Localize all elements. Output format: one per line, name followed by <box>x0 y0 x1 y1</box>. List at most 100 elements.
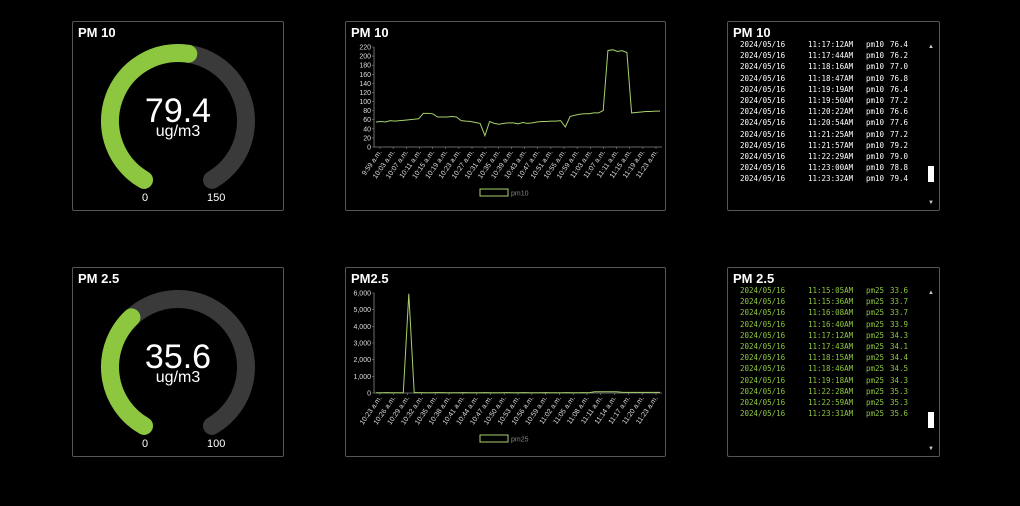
log-value: 35.3 <box>890 386 909 396</box>
y-tick-label: 120 <box>359 90 371 97</box>
log-date: 2024/05/16 <box>740 96 786 106</box>
legend-swatch <box>479 188 509 197</box>
log-time: 11:22:29AM <box>808 152 854 162</box>
log-value: 76.4 <box>890 40 909 49</box>
log-date: 2024/05/16 <box>740 174 786 184</box>
y-tick-label: 6,000 <box>353 291 371 298</box>
log-name: pm10 <box>866 62 885 72</box>
pm25-log-scrollbar[interactable]: ▲ ▼ <box>927 290 935 452</box>
log-name: pm25 <box>866 330 885 340</box>
log-date: 2024/05/16 <box>740 84 786 94</box>
log-value: 79.0 <box>890 152 909 162</box>
log-row: 2024/05/16 11:17:43AM pm25 34.1 <box>740 341 925 352</box>
log-name: pm25 <box>866 297 885 307</box>
log-name: pm10 <box>866 152 885 162</box>
log-row: 2024/05/16 11:16:08AM pm25 33.7 <box>740 307 925 318</box>
y-tick-label: 3,000 <box>353 341 371 348</box>
log-date: 2024/05/16 <box>740 386 786 396</box>
scroll-thumb[interactable] <box>928 412 934 428</box>
log-date: 2024/05/16 <box>740 353 786 363</box>
log-name: pm10 <box>866 118 885 128</box>
log-time: 11:22:28AM <box>808 386 854 396</box>
log-name: pm25 <box>866 342 885 352</box>
log-time: 11:19:50AM <box>808 96 854 106</box>
log-date: 2024/05/16 <box>740 62 786 72</box>
log-time: 11:23:32AM <box>808 174 854 184</box>
scroll-up-icon[interactable]: ▲ <box>928 290 934 296</box>
log-value: 33.7 <box>890 308 909 318</box>
log-time: 11:23:00AM <box>808 163 854 173</box>
log-row: 2024/05/16 11:17:12AM pm10 76.4 <box>740 39 925 50</box>
scroll-up-icon[interactable]: ▲ <box>928 44 934 50</box>
log-name: pm10 <box>866 107 885 117</box>
log-value: 33.7 <box>890 297 909 307</box>
log-value: 34.5 <box>890 364 909 374</box>
log-time: 11:15:05AM <box>808 286 854 295</box>
scroll-down-icon[interactable]: ▼ <box>928 446 934 452</box>
log-value: 76.4 <box>890 84 909 94</box>
log-row: 2024/05/16 11:18:47AM pm10 76.8 <box>740 73 925 84</box>
pm10-gauge-min: 0 <box>142 192 149 204</box>
pm10-chart-svg: 0204060801001201401601802002209:59 a.m.1… <box>359 45 662 198</box>
series-line-pm25 <box>376 293 660 394</box>
log-date: 2024/05/16 <box>740 73 786 83</box>
log-date: 2024/05/16 <box>740 330 786 340</box>
log-name: pm25 <box>866 308 885 318</box>
log-time: 11:16:40AM <box>808 319 854 329</box>
log-time: 11:21:57AM <box>808 140 854 150</box>
legend-label: pm10 <box>511 191 529 198</box>
log-name: pm10 <box>866 96 885 106</box>
legend-swatch <box>479 434 509 443</box>
log-row: 2024/05/16 11:18:46AM pm25 34.5 <box>740 363 925 374</box>
log-date: 2024/05/16 <box>740 129 786 139</box>
log-time: 11:15:36AM <box>808 297 854 307</box>
log-value: 35.6 <box>890 409 909 419</box>
log-time: 11:18:15AM <box>808 353 854 363</box>
y-tick-label: 160 <box>359 72 371 79</box>
log-row: 2024/05/16 11:19:50AM pm10 77.2 <box>740 95 925 106</box>
pm10-log-card: PM 10 2024/05/16 11:17:12AM pm10 76.4 2024/0… <box>727 21 940 211</box>
legend-label: pm25 <box>511 437 529 444</box>
log-row: 2024/05/16 11:15:05AM pm25 33.6 <box>740 285 925 296</box>
y-tick-label: 200 <box>359 54 371 61</box>
log-date: 2024/05/16 <box>740 297 786 307</box>
log-time: 11:19:18AM <box>808 375 854 385</box>
log-value: 76.2 <box>890 51 909 61</box>
log-value: 34.4 <box>890 353 909 363</box>
y-tick-label: 60 <box>363 117 371 124</box>
y-tick-label: 5,000 <box>353 307 371 314</box>
pm10-log-list: 2024/05/16 11:17:12AM pm10 76.4 2024/05/16 11… <box>740 39 925 206</box>
log-name: pm10 <box>866 174 885 184</box>
log-value: 33.6 <box>890 286 909 295</box>
log-date: 2024/05/16 <box>740 308 786 318</box>
y-tick-label: 220 <box>359 45 371 52</box>
y-tick-label: 4,000 <box>353 324 371 331</box>
log-value: 76.8 <box>890 73 909 83</box>
log-row: 2024/05/16 11:21:25AM pm10 77.2 <box>740 129 925 140</box>
series-line-pm10 <box>375 49 660 138</box>
y-tick-label: 140 <box>359 81 371 88</box>
pm25-gauge-max: 100 <box>207 438 226 450</box>
y-tick-label: 40 <box>363 126 371 133</box>
log-value: 77.6 <box>890 118 909 128</box>
log-time: 11:17:12AM <box>808 40 854 49</box>
log-row: 2024/05/16 11:20:22AM pm10 76.6 <box>740 106 925 117</box>
log-date: 2024/05/16 <box>740 342 786 352</box>
pm25-gauge-min: 0 <box>142 438 149 450</box>
pm10-log-scrollbar[interactable]: ▲ ▼ <box>927 44 935 206</box>
log-row: 2024/05/16 11:19:18AM pm25 34.3 <box>740 375 925 386</box>
scroll-down-icon[interactable]: ▼ <box>928 200 934 206</box>
log-name: pm10 <box>866 84 885 94</box>
log-name: pm10 <box>866 51 885 61</box>
log-date: 2024/05/16 <box>740 409 786 419</box>
log-value: 34.1 <box>890 342 909 352</box>
log-value: 77.0 <box>890 62 909 72</box>
log-time: 11:18:47AM <box>808 73 854 83</box>
scroll-thumb[interactable] <box>928 166 934 182</box>
pm10-chart-card: PM 10 0 20 40 60 80 100 120 140 160 180 200 220 9:59… <box>345 21 666 211</box>
log-date: 2024/05/16 <box>740 51 786 61</box>
pm10-gauge-card: PM 10 79.4 ug/m3 0 150 <box>72 21 284 211</box>
log-time: 11:23:31AM <box>808 409 854 419</box>
log-date: 2024/05/16 <box>740 152 786 162</box>
pm25-chart-svg: 01,0002,0003,0004,0005,0006,00010:23 a.m… <box>353 291 662 444</box>
